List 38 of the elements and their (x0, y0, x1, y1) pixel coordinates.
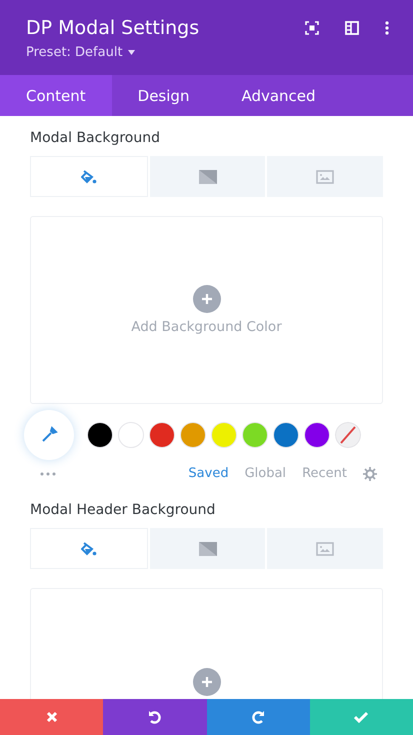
color-swatch[interactable] (273, 422, 299, 448)
image-icon (316, 542, 334, 556)
color-swatch[interactable] (211, 422, 237, 448)
redo-button[interactable] (206, 699, 310, 735)
redo-icon (251, 710, 266, 724)
color-swatch[interactable] (149, 422, 175, 448)
check-icon (354, 711, 368, 723)
palette-tab[interactable]: Saved (188, 466, 229, 481)
gradient-icon (198, 170, 216, 184)
gradient-icon (198, 542, 216, 556)
paint-bucket-icon (80, 168, 97, 184)
paint-bucket-icon (80, 540, 97, 556)
undo-button[interactable] (103, 699, 206, 735)
add-icon[interactable] (192, 668, 220, 696)
eyedropper-icon (40, 426, 58, 444)
caret-icon (128, 50, 135, 55)
color-swatch[interactable] (304, 422, 330, 448)
section-title: Modal Background (30, 129, 161, 147)
tab[interactable]: Design (112, 75, 216, 116)
color-swatch[interactable] (242, 422, 268, 448)
color-picker-button[interactable] (24, 410, 74, 460)
color-swatch[interactable] (180, 422, 206, 448)
expand-icon[interactable] (305, 21, 319, 35)
close-icon (46, 711, 58, 723)
sidebar-icon[interactable] (345, 21, 359, 35)
window-title: DP Modal Settings (26, 16, 200, 40)
image-icon (316, 170, 334, 184)
color-swatch[interactable] (87, 422, 113, 448)
more-icon[interactable] (385, 21, 389, 35)
no-color-swatch[interactable] (335, 422, 361, 448)
undo-icon (148, 710, 162, 724)
section-title: Modal Header Background (30, 501, 216, 519)
settings-icon[interactable] (363, 466, 377, 480)
preset-dropdown[interactable]: Preset: Default (26, 45, 200, 60)
add-icon[interactable] (192, 285, 220, 313)
tab[interactable]: Advanced (215, 75, 342, 116)
tab[interactable]: Content (0, 75, 112, 116)
color-swatch[interactable] (118, 422, 144, 448)
